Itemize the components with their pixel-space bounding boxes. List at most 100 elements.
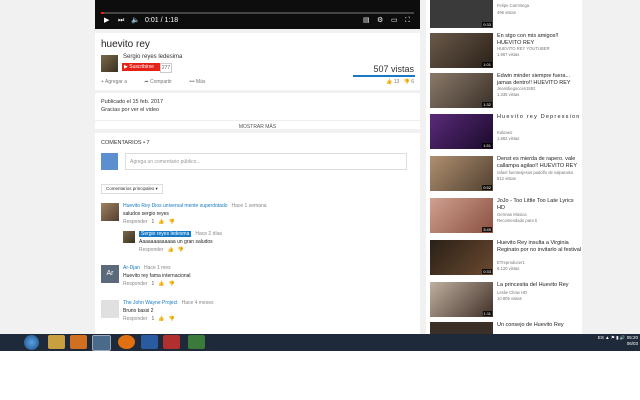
comment-time[interactable]: Hace 1 semana [232, 203, 267, 209]
thumbs-up-icon[interactable]: 👍 [167, 247, 173, 253]
like-button[interactable]: 👍 13 [386, 79, 399, 85]
comment-time[interactable]: Hace 4 meses [182, 300, 214, 306]
progress-bar[interactable] [101, 12, 414, 14]
video-thumbnail[interactable]: 1:51 [430, 114, 493, 149]
subtitles-icon[interactable]: ▤ [363, 16, 370, 26]
video-title[interactable]: Huevito Rey insulta a Virginia Reginato … [497, 240, 582, 253]
settings-icon[interactable]: ⚙ [377, 16, 383, 26]
comment-author-line: Huevito Rey Dios universal mente superdo… [123, 203, 267, 209]
file-explorer-icon[interactable] [48, 335, 65, 349]
video-channel: Kaloaeo [497, 130, 513, 135]
video-views: 512 vistas [497, 176, 516, 181]
comment-actions: Responder 👍 👎 [139, 247, 184, 253]
comment-author[interactable]: Ar-Djan [123, 265, 140, 271]
reply-button[interactable]: Responder [139, 247, 163, 253]
channel-name[interactable]: Sergio reyes ledesima [123, 54, 182, 60]
comments-card: COMENTARIOS • 7 Agrega un comentario púb… [95, 133, 420, 334]
comment-author[interactable]: The John Wayne Project [123, 300, 178, 306]
firefox-icon[interactable] [118, 335, 135, 349]
video-info-card: huevito rey Sergio reyes ledesima ▶ Susc… [95, 33, 420, 90]
thumbs-down-icon[interactable]: 👎 [178, 247, 184, 253]
video-title[interactable]: Denst es mierda de rapero. vale callampa… [497, 156, 582, 169]
language-indicator[interactable]: ES [598, 335, 604, 340]
comment-time[interactable]: Hace 1 mes [144, 265, 171, 271]
related-video-item[interactable]: 0:33 Huevito Rey insulta a Virginia Regi… [430, 240, 582, 277]
dislike-count: 6 [411, 79, 414, 85]
comment-like-count: 1 [151, 316, 155, 322]
video-title[interactable]: La princesita del Huevito Rey [497, 282, 582, 289]
start-button[interactable] [24, 335, 39, 350]
thumbs-up-icon[interactable]: 👍 [158, 316, 164, 322]
video-thumbnail[interactable] [430, 322, 493, 334]
related-video-item[interactable]: Un consejo de Huevito Rey [430, 322, 582, 334]
video-title[interactable]: Huevito rey Depression [497, 114, 582, 121]
video-thumbnail[interactable]: 1:32 [430, 73, 493, 108]
comment-input[interactable]: Agrega un comentario público... [125, 153, 407, 170]
reply-button[interactable]: Responder [123, 281, 147, 287]
reply-button[interactable]: Responder [123, 316, 147, 322]
more-label: Más [195, 79, 206, 85]
app-icon[interactable] [188, 335, 205, 349]
video-thumbnail[interactable]: 1:01 [430, 33, 493, 68]
comment-avatar[interactable] [123, 231, 135, 243]
related-video-item[interactable]: 1:01 En stgo con mis amigos!! HUEVITO RE… [430, 33, 582, 70]
sort-dropdown[interactable]: Comentarios principales ▾ [101, 184, 163, 194]
comment-avatar[interactable] [101, 300, 119, 318]
related-video-item[interactable]: 1:11 La princesita del Huevito Rey Lesli… [430, 282, 582, 319]
theater-icon[interactable]: ▭ [391, 16, 398, 26]
media-player-icon[interactable] [70, 335, 87, 349]
video-thumbnail[interactable]: 3:49 [430, 198, 493, 233]
comment-like-count: 1 [151, 219, 155, 225]
duration-badge: 0:33 [482, 269, 492, 274]
video-thumbnail[interactable]: 0:33 [430, 240, 493, 275]
comment-author-line: Sergio reyes ledesma Hace 2 días [139, 231, 222, 237]
subscribe-button[interactable]: ▶ Suscribirse [122, 63, 160, 71]
video-thumbnail[interactable]: 0:52 [430, 156, 493, 191]
word-icon[interactable] [141, 335, 158, 349]
fullscreen-icon[interactable]: ⛶ [405, 16, 410, 26]
related-video-item[interactable]: 3:49 JoJo - Too Little Too Late Lyrics H… [430, 198, 582, 235]
comment-time[interactable]: Hace 2 días [195, 231, 222, 237]
comment-text: Aaaaaaaaaaaaa un gran saludos [139, 239, 213, 245]
volume-icon[interactable]: 🔈 [131, 16, 140, 26]
publish-date: Publicado el 15 feb. 2017 [101, 99, 164, 105]
related-video-item[interactable]: 0:52 Denst es mierda de rapero. vale cal… [430, 156, 582, 193]
related-video-item[interactable]: 1:51 Huevito rey Depression Kaloaeo 1.88… [430, 114, 582, 151]
comment-author[interactable]: Sergio reyes ledesma [139, 231, 192, 237]
more-button[interactable]: ••• Más [189, 79, 213, 85]
video-thumbnail[interactable]: 0:33 [430, 0, 493, 28]
comment-author-line: Ar-Djan Hace 1 mes [123, 265, 171, 271]
subscriber-count: 277 [160, 63, 172, 73]
dislike-button[interactable]: 👎 6 [404, 79, 414, 85]
tray-icons[interactable]: ▲ ⚑ ▮ 🔊 [605, 335, 625, 340]
thumbs-down-icon[interactable]: 👎 [168, 316, 174, 322]
comment-text: Bruno bassi 2 [123, 308, 154, 314]
thumbs-up-icon[interactable]: 👍 [158, 281, 164, 287]
video-thumbnail[interactable]: 1:11 [430, 282, 493, 317]
share-button[interactable]: ➦ Compartir [144, 79, 180, 85]
video-title[interactable]: JoJo - Too Little Too Late Lyrics HD [497, 198, 582, 211]
comment-avatar[interactable]: Ar [101, 265, 119, 283]
video-title[interactable]: Edwin minder siempre fuera... jamas dent… [497, 73, 582, 86]
show-more-button[interactable]: MOSTRAR MÁS [95, 120, 420, 130]
action-row: + Agregar a ➦ Compartir ••• Más [101, 79, 221, 85]
thumbs-down-icon[interactable]: 👎 [168, 219, 174, 225]
next-icon[interactable]: ⏭ [118, 16, 124, 26]
app-icon[interactable] [163, 335, 180, 349]
related-video-item[interactable]: 0:33 Felipe Carmirega 496 vistas [430, 0, 582, 30]
comment-avatar[interactable] [101, 203, 119, 221]
thumbs-down-icon[interactable]: 👎 [168, 281, 174, 287]
chrome-icon[interactable] [92, 335, 111, 351]
related-video-item[interactable]: 1:32 Edwin minder siempre fuera... jamas… [430, 73, 582, 110]
channel-avatar[interactable] [101, 55, 118, 72]
add-to-button[interactable]: + Agregar a [101, 79, 135, 85]
play-icon[interactable]: ▶ [104, 16, 109, 26]
duration-badge: 1:51 [482, 143, 492, 148]
video-title[interactable]: Un consejo de Huevito Rey [497, 322, 582, 329]
comment-author[interactable]: Huevito Rey Dios universal mente superdo… [123, 203, 228, 209]
reply-button[interactable]: Responder [123, 219, 147, 225]
video-player[interactable]: ▶ ⏭ 🔈 0:01 / 1:18 ▤ ⚙ ▭ ⛶ [95, 0, 420, 29]
video-title[interactable]: En stgo con mis amigos!! HUEVITO REY [497, 33, 582, 46]
thumbs-up-icon[interactable]: 👍 [158, 219, 164, 225]
clock[interactable]: 05:20 06/03 [627, 335, 638, 347]
